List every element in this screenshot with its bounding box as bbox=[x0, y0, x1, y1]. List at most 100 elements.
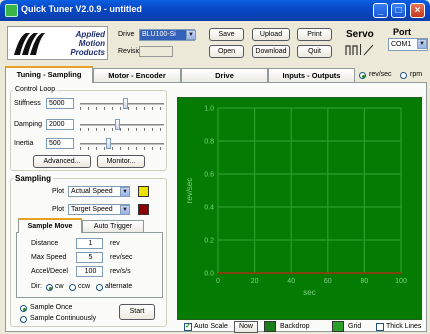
tab-sample-move[interactable]: Sample Move bbox=[18, 218, 82, 233]
slider-thumb[interactable] bbox=[106, 138, 112, 149]
chevron-down-icon[interactable]: ▼ bbox=[120, 205, 130, 215]
plot2-color-swatch[interactable] bbox=[138, 204, 149, 215]
slider-ticks bbox=[80, 107, 164, 110]
dir-label: Dir: bbox=[31, 283, 42, 290]
print-button[interactable]: Print bbox=[297, 28, 332, 41]
sample-once-label: Sample Once bbox=[30, 304, 73, 311]
port-label: Port bbox=[393, 27, 411, 37]
dir-cw-radio[interactable] bbox=[46, 284, 53, 291]
speed-plot[interactable]: 0.0 0.2 0.4 0.6 0.8 1.0 0 20 40 60 80 100 sec rev/sec bbox=[177, 97, 422, 320]
tab-drive[interactable]: Drive bbox=[181, 68, 268, 82]
chevron-down-icon[interactable]: ▼ bbox=[186, 30, 196, 40]
maxspeed-unit: rev/sec bbox=[110, 254, 133, 261]
y-tick-label: 0.8 bbox=[204, 139, 214, 146]
close-button[interactable]: × bbox=[410, 3, 425, 18]
inertia-input[interactable]: 500 bbox=[46, 138, 74, 149]
sample-continuously-label: Sample Continuously bbox=[30, 315, 97, 322]
chevron-down-icon[interactable]: ▼ bbox=[417, 39, 427, 49]
app-icon bbox=[5, 4, 18, 17]
thick-lines-checkbox[interactable] bbox=[376, 323, 384, 331]
accel-unit: rev/s/s bbox=[110, 268, 131, 275]
tab-inputs-outputs[interactable]: Inputs - Outputs bbox=[268, 68, 355, 82]
grid-color-swatch[interactable] bbox=[332, 321, 344, 332]
dir-cw-label: cw bbox=[55, 283, 64, 290]
slider-thumb[interactable] bbox=[114, 119, 120, 130]
accel-label: Accel/Decel bbox=[31, 268, 68, 275]
title-bar[interactable]: Quick Tuner V2.0.9 - untitled _ □ × bbox=[0, 0, 430, 21]
x-tick-label: 20 bbox=[251, 278, 259, 285]
upload-button[interactable]: Upload bbox=[252, 28, 290, 41]
quit-button[interactable]: Quit bbox=[297, 45, 332, 58]
grid-label: Grid bbox=[348, 323, 362, 330]
damping-slider[interactable] bbox=[80, 119, 164, 131]
stiffness-slider[interactable] bbox=[80, 98, 164, 110]
dir-alternate-label: alternate bbox=[105, 283, 133, 290]
damping-input[interactable]: 2000 bbox=[46, 119, 74, 130]
slider-ticks bbox=[80, 128, 164, 131]
units-rpm-radio[interactable] bbox=[400, 72, 407, 79]
thick-lines-label: Thick Lines bbox=[386, 323, 422, 330]
open-button[interactable]: Open bbox=[209, 45, 244, 58]
plot2-label: Plot bbox=[52, 206, 65, 213]
slider-thumb[interactable] bbox=[123, 98, 129, 109]
backdrop-color-swatch[interactable] bbox=[264, 321, 276, 332]
minimize-button[interactable]: _ bbox=[373, 3, 388, 18]
inertia-label: Inertia bbox=[14, 140, 34, 147]
sample-continuously-radio[interactable] bbox=[20, 316, 27, 323]
slider-track bbox=[80, 143, 164, 145]
units-rpm-label: rpm bbox=[410, 71, 423, 78]
stiffness-label: Stiffness bbox=[14, 100, 41, 107]
y-tick-label: 0.2 bbox=[204, 238, 214, 245]
control-loop-title: Control Loop bbox=[13, 86, 58, 93]
distance-unit: rev bbox=[110, 240, 120, 247]
maximize-button[interactable]: □ bbox=[391, 3, 406, 18]
dir-alternate-radio[interactable] bbox=[96, 284, 103, 291]
drive-label: Drive bbox=[118, 31, 135, 38]
distance-label: Distance bbox=[31, 240, 59, 247]
revision-field bbox=[139, 46, 173, 57]
window-title: Quick Tuner V2.0.9 - untitled bbox=[21, 4, 142, 14]
plot-canvas: 0.0 0.2 0.4 0.6 0.8 1.0 0 20 40 60 80 100 sec rev/sec bbox=[185, 106, 407, 298]
x-tick-label: 0 bbox=[216, 278, 220, 285]
units-revsec-label: rev/sec bbox=[369, 71, 392, 78]
slider-ticks bbox=[80, 147, 164, 150]
logo-mark-icon bbox=[14, 33, 45, 55]
y-tick-label: 0.0 bbox=[204, 271, 214, 278]
x-axis-label: sec bbox=[303, 288, 315, 297]
stiffness-input[interactable]: 5000 bbox=[46, 98, 74, 109]
start-button[interactable]: Start bbox=[119, 304, 155, 320]
distance-input[interactable]: 1 bbox=[76, 238, 103, 249]
save-button[interactable]: Save bbox=[209, 28, 244, 41]
slider-track bbox=[80, 103, 164, 105]
units-revsec-radio[interactable] bbox=[359, 72, 366, 79]
damping-label: Damping bbox=[14, 121, 43, 128]
auto-scale-label: Auto Scale bbox=[194, 323, 228, 330]
x-tick-label: 40 bbox=[287, 278, 295, 285]
tab-motor-encoder[interactable]: Motor - Encoder bbox=[93, 68, 181, 82]
slider-track bbox=[80, 124, 164, 126]
plot1-color-swatch[interactable] bbox=[138, 186, 149, 197]
servo-status-icon bbox=[345, 44, 374, 56]
tab-tuning-sampling[interactable]: Tuning - Sampling bbox=[5, 66, 93, 83]
logo-text: Applied Motion Products bbox=[70, 30, 105, 57]
tab-auto-trigger[interactable]: Auto Trigger bbox=[82, 220, 144, 232]
auto-scale-checkbox[interactable]: ✓ bbox=[184, 323, 192, 331]
advanced-button[interactable]: Advanced... bbox=[33, 155, 91, 168]
monitor-button[interactable]: Monitor... bbox=[97, 155, 145, 168]
plot1-label: Plot bbox=[52, 188, 65, 195]
company-logo: Applied Motion Products bbox=[7, 26, 108, 60]
inertia-slider[interactable] bbox=[80, 138, 164, 150]
sampling-title: Sampling bbox=[13, 174, 54, 183]
dir-ccw-radio[interactable] bbox=[69, 284, 76, 291]
download-button[interactable]: Download bbox=[252, 45, 290, 58]
servo-label: Servo bbox=[346, 29, 374, 40]
sample-once-radio[interactable] bbox=[20, 305, 27, 312]
now-button[interactable]: Now bbox=[234, 321, 258, 333]
toolbar-header: Applied Motion Products Drive BLU100-Si … bbox=[0, 21, 430, 64]
maxspeed-label: Max Speed bbox=[31, 254, 67, 261]
chevron-down-icon[interactable]: ▼ bbox=[120, 187, 130, 197]
accel-input[interactable]: 100 bbox=[76, 266, 103, 277]
backdrop-label: Backdrop bbox=[280, 323, 310, 330]
maxspeed-input[interactable]: 5 bbox=[76, 252, 103, 263]
x-tick-label: 80 bbox=[361, 278, 369, 285]
